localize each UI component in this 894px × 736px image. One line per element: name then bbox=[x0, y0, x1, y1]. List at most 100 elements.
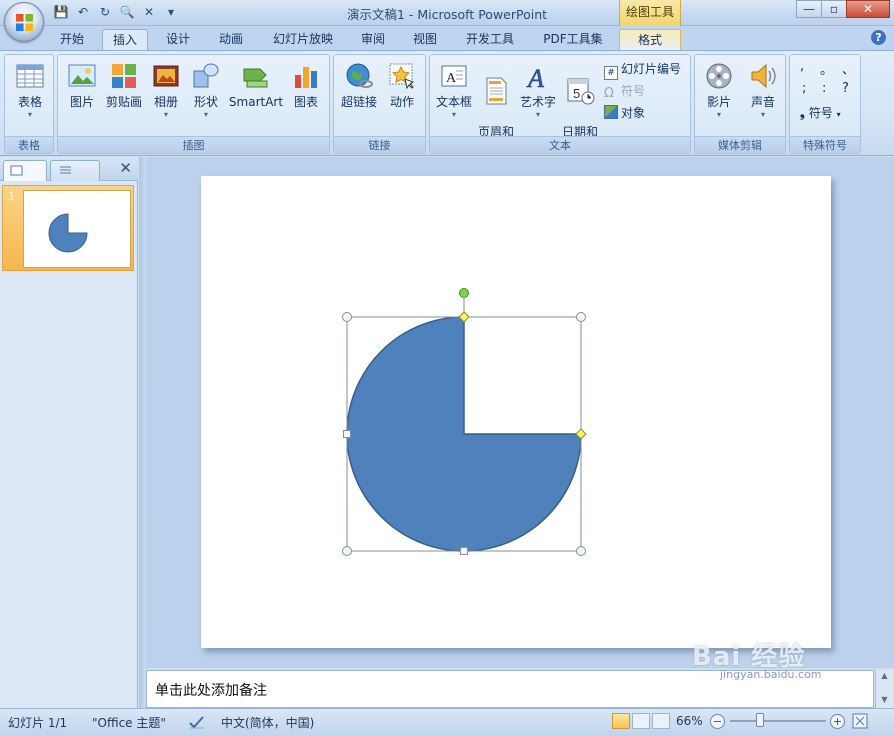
slide-canvas[interactable] bbox=[201, 176, 831, 648]
pane-splitter[interactable] bbox=[139, 157, 146, 708]
photo-album-button[interactable]: 相册 ▾ bbox=[148, 61, 184, 120]
window-controls: — ▫ ✕ bbox=[796, 0, 890, 18]
outline-tab[interactable] bbox=[50, 160, 100, 181]
slideshow-view-button[interactable] bbox=[652, 713, 670, 729]
close-pane-icon[interactable]: ✕ bbox=[119, 159, 132, 177]
movie-button[interactable]: 影片 ▾ bbox=[699, 61, 739, 120]
fit-to-window-icon[interactable] bbox=[852, 713, 868, 729]
tab-animations[interactable]: 动画 bbox=[210, 29, 252, 50]
tab-review[interactable]: 审阅 bbox=[352, 29, 394, 50]
thumbnail-pie-shape bbox=[48, 213, 88, 253]
sound-button[interactable]: 声音 ▾ bbox=[743, 61, 783, 120]
table-icon bbox=[16, 64, 44, 88]
scroll-up-icon[interactable]: ▲ bbox=[876, 670, 893, 682]
slide-thumbnail[interactable] bbox=[23, 190, 131, 268]
svg-text:A: A bbox=[446, 71, 457, 86]
symbol-enumeration-comma[interactable]: 、 bbox=[842, 59, 855, 78]
notes-placeholder: 单击此处添加备注 bbox=[155, 683, 267, 699]
ribbon: 表格 ▾ 表格 图片 剪贴画 相册 ▾ 形状 ▾ SmartArt 图表 插图 … bbox=[0, 50, 894, 156]
clipart-label: 剪贴画 bbox=[105, 95, 142, 109]
language-status[interactable]: 中文(简体，中国) bbox=[221, 714, 314, 731]
close-button[interactable]: ✕ bbox=[846, 0, 890, 18]
slide-sorter-view-button[interactable] bbox=[632, 713, 650, 729]
chart-label: 图表 bbox=[293, 95, 318, 109]
movie-label: 影片 bbox=[706, 95, 731, 109]
chart-icon bbox=[295, 67, 317, 88]
normal-view-button[interactable] bbox=[612, 713, 630, 729]
minimize-button[interactable]: — bbox=[796, 0, 822, 18]
group-illustrations: 图片 剪贴画 相册 ▾ 形状 ▾ SmartArt 图表 插图 bbox=[57, 54, 330, 154]
group-label-table: 表格 bbox=[5, 136, 53, 153]
object-button[interactable]: 对象 bbox=[604, 103, 645, 123]
picture-button[interactable]: 图片 bbox=[64, 61, 100, 110]
tab-slideshow[interactable]: 幻灯片放映 bbox=[266, 29, 340, 50]
maximize-button[interactable]: ▫ bbox=[821, 0, 847, 18]
tab-pdf-tools[interactable]: PDF工具集 bbox=[534, 29, 612, 50]
clipart-button[interactable]: 剪贴画 bbox=[103, 61, 145, 110]
group-label-illustrations: 插图 bbox=[58, 136, 329, 153]
rotation-handle bbox=[459, 288, 469, 298]
group-label-special: 特殊符号 bbox=[790, 136, 860, 153]
zoom-in-icon[interactable]: + bbox=[830, 714, 845, 729]
shapes-button[interactable]: 形状 ▾ bbox=[188, 61, 224, 120]
smartart-icon bbox=[243, 68, 268, 88]
calendar-clock-icon: 5 bbox=[567, 78, 595, 105]
wordart-button[interactable]: A 艺术字 ▾ bbox=[518, 61, 558, 120]
chart-button[interactable]: 图表 bbox=[288, 61, 324, 110]
smartart-button[interactable]: SmartArt bbox=[228, 61, 284, 110]
wordart-label: 艺术字 bbox=[519, 95, 556, 109]
slide-content bbox=[342, 288, 587, 556]
spell-check-icon[interactable] bbox=[188, 714, 206, 730]
dropdown-arrow-icon: ▾ bbox=[716, 110, 721, 119]
object-icon bbox=[604, 105, 618, 119]
tab-insert[interactable]: 插入 bbox=[102, 29, 148, 50]
symbol-question[interactable]: ? bbox=[842, 81, 849, 96]
dropdown-arrow-icon: ▾ bbox=[535, 110, 540, 119]
pie-shape bbox=[346, 316, 582, 552]
vertical-scrollbar[interactable]: ▲ ▼ bbox=[875, 670, 893, 708]
zoom-out-icon[interactable]: − bbox=[710, 714, 725, 729]
photo-album-label: 相册 bbox=[153, 95, 178, 109]
shapes-icon bbox=[193, 63, 219, 88]
tab-format[interactable]: 格式 bbox=[619, 29, 681, 50]
slide-thumbnail-selected[interactable]: 1 bbox=[2, 185, 134, 271]
help-icon[interactable]: ? bbox=[871, 30, 886, 45]
dropdown-arrow-icon: ▾ bbox=[836, 110, 841, 119]
resize-handle-top-right bbox=[576, 312, 586, 322]
zoom-slider-track[interactable] bbox=[730, 720, 826, 722]
table-button[interactable]: 表格 ▾ bbox=[10, 61, 50, 120]
symbol-semicolon[interactable]: ; bbox=[802, 81, 806, 96]
group-special-symbols: , 。 、 ; : ? ❟ 符号 ▾ 特殊符号 bbox=[789, 54, 861, 154]
dropdown-arrow-icon: ▾ bbox=[203, 110, 208, 119]
symbol-period[interactable]: 。 bbox=[820, 59, 833, 78]
hyperlink-button[interactable]: 超链接 bbox=[338, 61, 380, 110]
zoom-slider-thumb[interactable] bbox=[756, 713, 764, 727]
slide-number-button[interactable]: # 幻灯片编号 bbox=[604, 59, 681, 80]
action-star-icon bbox=[389, 63, 415, 90]
office-button[interactable] bbox=[4, 2, 44, 42]
slide-number-icon: # bbox=[604, 66, 618, 80]
resize-handle-left bbox=[343, 430, 351, 438]
symbol-colon[interactable]: : bbox=[822, 81, 826, 96]
textbox-label: 文本框 bbox=[435, 95, 472, 109]
textbox-button[interactable]: A 文本框 ▾ bbox=[434, 61, 474, 120]
ribbon-tabs: 开始 插入 设计 动画 幻灯片放映 审阅 视图 开发工具 PDF工具集 格式 bbox=[0, 26, 894, 50]
sound-label: 声音 bbox=[750, 95, 775, 109]
picture-icon bbox=[68, 64, 96, 87]
office-logo-icon bbox=[15, 13, 34, 32]
insert-symbol-button[interactable]: ❟ 符号 ▾ bbox=[800, 103, 841, 123]
tab-developer[interactable]: 开发工具 bbox=[458, 29, 522, 50]
action-button[interactable]: 动作 bbox=[384, 61, 420, 110]
scroll-down-icon[interactable]: ▼ bbox=[876, 694, 893, 706]
tab-view[interactable]: 视图 bbox=[404, 29, 446, 50]
photo-album-icon bbox=[153, 65, 179, 87]
symbol-comma[interactable]: , bbox=[800, 59, 804, 74]
slides-tab[interactable] bbox=[3, 160, 47, 181]
film-reel-icon bbox=[706, 63, 732, 89]
tab-home[interactable]: 开始 bbox=[52, 29, 92, 50]
resize-handle-bottom-left bbox=[342, 546, 352, 556]
symbol-button-disabled[interactable]: Ω 符号 bbox=[604, 81, 645, 101]
theme-name[interactable]: "Office 主题" bbox=[92, 714, 166, 731]
zoom-level[interactable]: 66% bbox=[676, 714, 703, 728]
tab-design[interactable]: 设计 bbox=[158, 29, 198, 50]
